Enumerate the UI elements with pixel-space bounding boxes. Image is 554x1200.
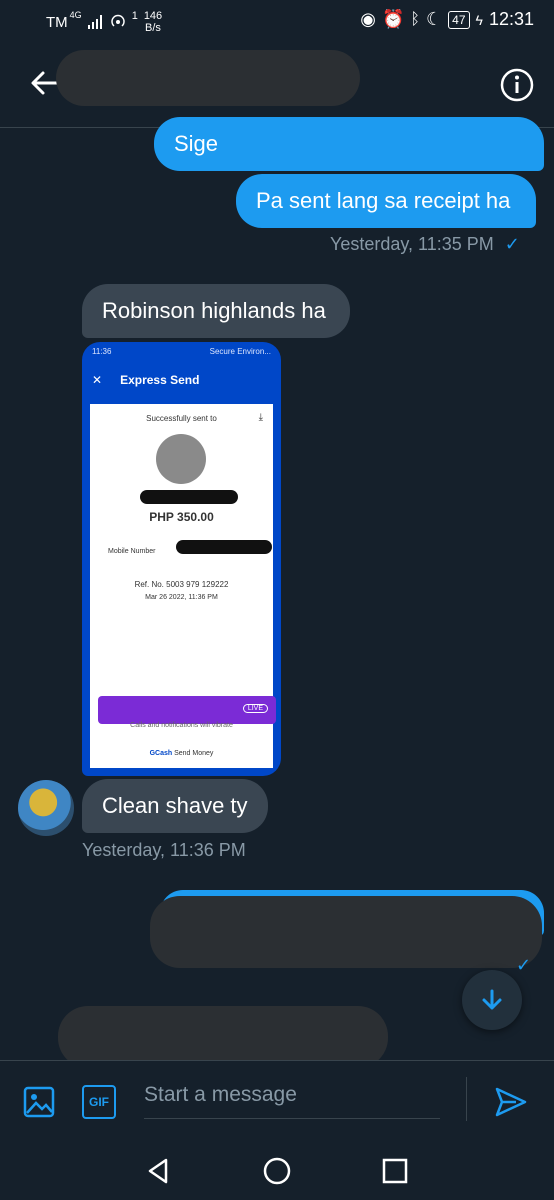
scroll-down-button[interactable]: [462, 970, 522, 1030]
redacted-recipient: [140, 490, 238, 504]
arrow-down-icon: [482, 989, 502, 1010]
redacted-message: [58, 1006, 388, 1068]
redacted-contact-name: [56, 50, 360, 106]
data-speed: 146 B/s: [143, 10, 163, 34]
receipt-title: Express Send: [120, 373, 200, 387]
promo-banner: LIVE: [98, 696, 276, 724]
close-icon: ✕: [92, 373, 103, 387]
divider: [466, 1077, 467, 1121]
back-triangle-icon[interactable]: [144, 1156, 174, 1186]
image-icon[interactable]: [22, 1085, 56, 1119]
recents-square-icon[interactable]: [380, 1156, 410, 1186]
message-text: Sige: [174, 131, 219, 156]
download-icon: ⤓: [258, 412, 263, 423]
redacted-message: [150, 896, 542, 968]
data-prefix: 1: [131, 10, 138, 22]
eye-icon: ◉: [360, 9, 376, 29]
home-circle-icon[interactable]: [262, 1156, 292, 1186]
status-bar: TM 4G 1 146 B/s ◉ ⏰ ᛒ ☾ 47 ϟ 12:31: [0, 0, 554, 44]
message-text: Clean shave ty: [102, 793, 248, 818]
info-icon[interactable]: [500, 68, 534, 102]
sender-avatar[interactable]: [18, 780, 74, 836]
clock: 12:31: [488, 9, 534, 29]
message-bubble-outgoing[interactable]: Sige: [154, 117, 544, 171]
read-check-icon: ✓: [504, 234, 520, 254]
gif-button[interactable]: GIF: [82, 1085, 116, 1119]
moon-icon: ☾: [426, 9, 443, 29]
receipt-card: Successfully sent to ⤓ PHP 350.00 Mobile…: [90, 404, 276, 768]
recipient-avatar: [156, 434, 206, 484]
image-attachment[interactable]: 11:36 Secure Environ... ✕ Express Send S…: [82, 342, 281, 776]
message-composer: GIF Start a message: [0, 1060, 554, 1140]
receipt-amount: PHP 350.00: [149, 510, 214, 524]
battery-icon: 47: [448, 10, 470, 29]
message-bubble-outgoing[interactable]: Pa sent lang sa receipt ha: [236, 174, 536, 228]
send-icon[interactable]: [494, 1085, 528, 1119]
hotspot-icon: [110, 14, 125, 27]
network-label: 4G: [69, 10, 82, 20]
conversation-header: [0, 44, 554, 128]
message-text: Robinson highlands ha: [102, 298, 326, 323]
message-timestamp: Yesterday, 11:36 PM: [82, 840, 246, 860]
alarm-icon: ⏰: [382, 9, 405, 29]
message-timestamp: Yesterday, 11:35 PM ✓: [330, 234, 520, 254]
carrier-label: TM: [46, 13, 68, 31]
read-check-icon: ✓: [516, 955, 532, 975]
signal-icon: [87, 15, 102, 29]
system-nav-bar: [0, 1140, 554, 1200]
charging-icon: ϟ: [475, 11, 483, 28]
bluetooth-icon: ᛒ: [410, 10, 421, 28]
message-input[interactable]: Start a message: [144, 1081, 440, 1119]
message-text: Pa sent lang sa receipt ha: [256, 188, 511, 213]
message-bubble-incoming[interactable]: Clean shave ty: [82, 779, 268, 833]
message-bubble-incoming[interactable]: Robinson highlands ha: [82, 284, 350, 338]
redacted-mobile: [176, 540, 272, 554]
